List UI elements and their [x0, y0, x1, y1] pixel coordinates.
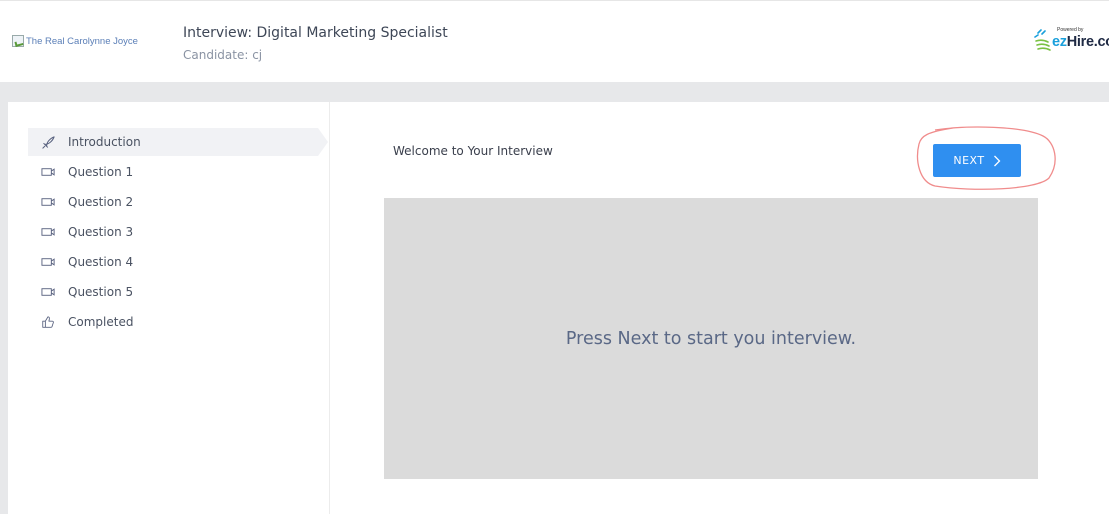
- sidebar-item-label: Question 2: [68, 195, 134, 209]
- sidebar-item-label: Question 4: [68, 255, 134, 269]
- broken-image-icon: [12, 35, 24, 47]
- company-logo[interactable]: The Real Carolynne Joyce: [12, 35, 138, 47]
- powered-by-text: Powered by: [1057, 27, 1084, 33]
- video-preview-area: Press Next to start you interview.: [384, 198, 1038, 479]
- candidate-label: Candidate: cj: [183, 48, 263, 62]
- header-divider-band: [0, 82, 1109, 102]
- video-camera-icon: [40, 194, 56, 210]
- ezhire-logo[interactable]: Powered by ezHire.co: [1030, 25, 1109, 57]
- ezhire-wordmark: ezHire.co: [1052, 34, 1109, 50]
- chevron-right-icon: [993, 155, 1001, 166]
- welcome-heading: Welcome to Your Interview: [393, 144, 553, 158]
- next-button-label: NEXT: [953, 154, 985, 167]
- waving-hand-icon: [1034, 29, 1051, 51]
- interview-title: Interview: Digital Marketing Specialist: [183, 25, 448, 41]
- header: The Real Carolynne Joyce Interview: Digi…: [0, 0, 1109, 82]
- left-gutter: [0, 102, 8, 514]
- interview-steps-sidebar: Introduction Question 1 Question 2 Quest…: [8, 102, 330, 514]
- sidebar-item-question-1[interactable]: Question 1: [28, 158, 318, 186]
- sidebar-item-completed[interactable]: Completed: [28, 308, 318, 336]
- sidebar-item-label: Completed: [68, 315, 134, 329]
- sidebar-item-label: Introduction: [68, 135, 141, 149]
- rocket-icon: [40, 134, 56, 150]
- thumbs-up-icon: [40, 314, 56, 330]
- sidebar-item-question-5[interactable]: Question 5: [28, 278, 318, 306]
- sidebar-item-question-2[interactable]: Question 2: [28, 188, 318, 216]
- sidebar-item-label: Question 1: [68, 165, 134, 179]
- video-placeholder-message: Press Next to start you interview.: [565, 328, 857, 349]
- next-button[interactable]: NEXT: [933, 144, 1021, 177]
- video-camera-icon: [40, 284, 56, 300]
- video-camera-icon: [40, 254, 56, 270]
- sidebar-item-question-4[interactable]: Question 4: [28, 248, 318, 276]
- video-camera-icon: [40, 164, 56, 180]
- company-logo-alt-text: The Real Carolynne Joyce: [26, 35, 138, 47]
- video-camera-icon: [40, 224, 56, 240]
- sidebar-item-question-3[interactable]: Question 3: [28, 218, 318, 246]
- interview-card: Introduction Question 1 Question 2 Quest…: [8, 102, 1109, 514]
- sidebar-item-introduction[interactable]: Introduction: [28, 128, 328, 156]
- sidebar-item-label: Question 5: [68, 285, 134, 299]
- sidebar-item-label: Question 3: [68, 225, 134, 239]
